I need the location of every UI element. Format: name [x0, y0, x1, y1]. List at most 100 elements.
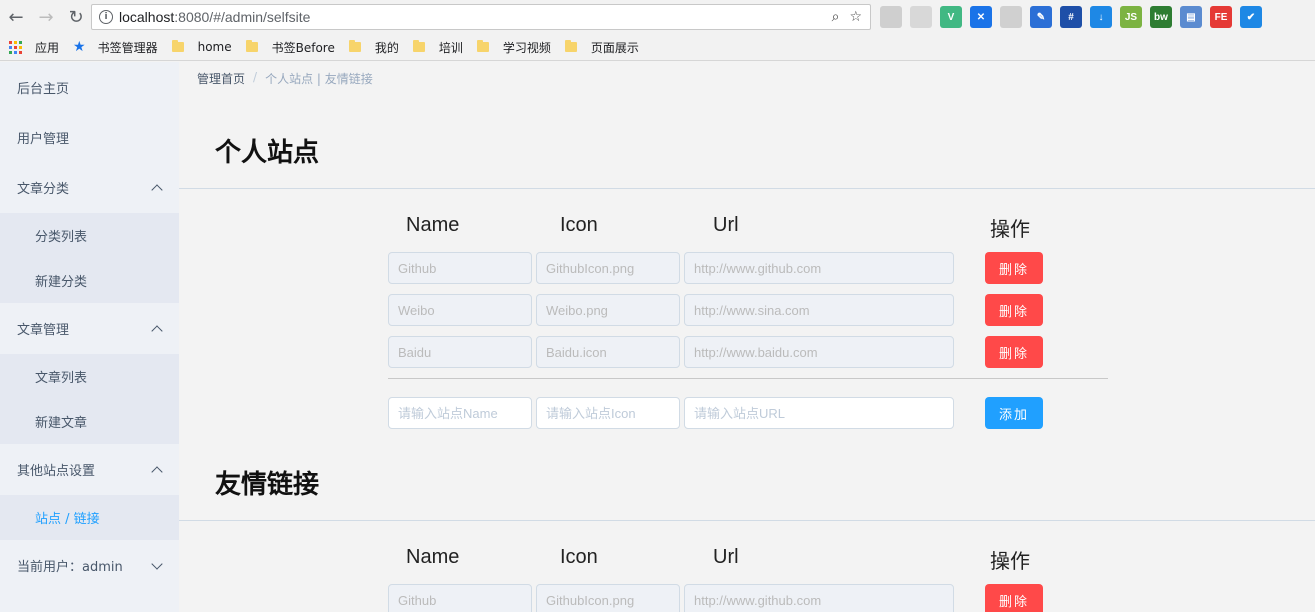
row-name-field[interactable]: Weibo [388, 294, 532, 326]
row-url-field[interactable]: http://www.github.com [684, 584, 954, 612]
row-name-field[interactable]: Github [388, 584, 532, 612]
sidebar-item-article-new[interactable]: 新建文章 [0, 399, 179, 444]
row-url-field[interactable]: http://www.baidu.com [684, 336, 954, 368]
sidebar-item-site-links[interactable]: 站点 / 链接 [0, 495, 179, 540]
sidebar-item-label: 站点 / 链接 [35, 512, 100, 527]
bookmark-label: 培训 [438, 40, 463, 55]
main-content: 管理首页 / 个人站点 | 友情链接 个人站点 Name Icon Url 操作… [179, 62, 1315, 612]
sidebar-item-label: 后台主页 [17, 81, 70, 97]
address-bar[interactable]: i localhost:8080/#/admin/selfsite ⌕ ☆ [91, 4, 871, 30]
folder-icon [564, 40, 577, 52]
bookmark-item[interactable]: 应用 [9, 39, 59, 56]
ext-printer-icon[interactable]: ▤ [1180, 6, 1202, 28]
bookmark-label: 书签管理器 [97, 40, 158, 55]
breadcrumb: 管理首页 / 个人站点 | 友情链接 [197, 70, 373, 87]
pocket-icon[interactable]: ✔ [1240, 6, 1262, 28]
bookmark-item[interactable]: 书签Before [245, 39, 335, 56]
breadcrumb-separator: / [253, 70, 258, 84]
breadcrumb-current: 个人站点 | 友情链接 [265, 72, 373, 86]
download-icon[interactable]: ↓ [1090, 6, 1112, 28]
bw-icon[interactable]: bw [1150, 6, 1172, 28]
delete-button[interactable]: 删除 [985, 252, 1043, 284]
star-icon: ★ [73, 39, 86, 55]
bookmark-item[interactable]: 学习视频 [476, 39, 551, 56]
chevron-down-icon [151, 557, 163, 570]
add-site-button[interactable]: 添加 [985, 397, 1043, 429]
ext-grey-icon[interactable] [880, 6, 902, 28]
sidebar-item-category-list[interactable]: 分类列表 [0, 213, 179, 258]
folder-icon [245, 40, 258, 52]
sidebar-item-label: 文章列表 [35, 371, 88, 386]
row-icon-field[interactable]: Baidu.icon [536, 336, 680, 368]
section-title-sites: 个人站点 [215, 138, 320, 168]
row-icon-field[interactable]: GithubIcon.png [536, 252, 680, 284]
site-icon-input[interactable] [536, 397, 680, 429]
row-icon-field[interactable]: Weibo.png [536, 294, 680, 326]
current-user-label: 当前用户：admin [17, 560, 123, 575]
column-header-action: 操作 [990, 219, 1030, 241]
sidebar: 后台主页 用户管理 文章分类 分类列表 新建分类 文章管理 文章列表 新建文章 … [0, 62, 179, 612]
column-header-url: Url [713, 546, 739, 568]
ext-grey-circle-icon[interactable] [910, 6, 932, 28]
bookmark-item[interactable]: 我的 [348, 39, 399, 56]
column-header-action: 操作 [990, 551, 1030, 573]
sidebar-group-label: 其他站点设置 [17, 464, 96, 479]
row-name-field[interactable]: Baidu [388, 336, 532, 368]
delete-button[interactable]: 删除 [985, 336, 1043, 368]
bookmark-label: 我的 [374, 40, 399, 55]
chevron-up-icon [151, 324, 163, 337]
sidebar-item-article-list[interactable]: 文章列表 [0, 354, 179, 399]
column-header-url: Url [713, 214, 739, 236]
apps-grid-icon [9, 40, 22, 54]
sidebar-group-label: 文章分类 [17, 182, 70, 197]
row-icon-field[interactable]: GithubIcon.png [536, 584, 680, 612]
sidebar-group-current-user[interactable]: 当前用户：admin [0, 540, 179, 591]
sidebar-item-label: 新建文章 [35, 416, 88, 431]
sidebar-item-label: 分类列表 [35, 230, 88, 245]
folder-icon [171, 40, 184, 52]
bookmark-item[interactable]: home [171, 40, 232, 54]
sidebar-item-label: 用户管理 [17, 131, 70, 147]
forward-icon[interactable]: → [32, 3, 60, 31]
sidebar-group-category[interactable]: 文章分类 [0, 162, 179, 213]
ext-blue-icon[interactable]: ✕ [970, 6, 992, 28]
bookmark-item[interactable]: 页面展示 [564, 39, 639, 56]
column-header-name: Name [406, 214, 460, 236]
fe-helper-icon[interactable]: FE [1210, 6, 1232, 28]
ext-grey-leaf-icon[interactable] [1000, 6, 1022, 28]
section-title-links: 友情链接 [215, 470, 320, 500]
grid-ruler-icon[interactable]: # [1060, 6, 1082, 28]
color-picker-icon[interactable]: ✎ [1030, 6, 1052, 28]
chevron-up-icon [151, 465, 163, 478]
sidebar-item-category-new[interactable]: 新建分类 [0, 258, 179, 303]
bookmarks-bar: 应用 ★ 书签管理器 home 书签Before 我的 培训 学习视频 页面展示 [0, 34, 1315, 61]
vue-devtools-icon[interactable]: V [940, 6, 962, 28]
site-name-input[interactable] [388, 397, 532, 429]
bookmark-label: home [197, 40, 232, 54]
site-url-input[interactable] [684, 397, 954, 429]
delete-button[interactable]: 删除 [985, 584, 1043, 612]
bookmark-item[interactable]: 培训 [412, 39, 463, 56]
breadcrumb-home[interactable]: 管理首页 [197, 70, 245, 87]
row-url-field[interactable]: http://www.sina.com [684, 294, 954, 326]
row-name-field[interactable]: Github [388, 252, 532, 284]
sidebar-group-site[interactable]: 其他站点设置 [0, 444, 179, 495]
info-icon[interactable]: i [99, 10, 113, 24]
sidebar-group-article[interactable]: 文章管理 [0, 303, 179, 354]
reload-icon[interactable]: ↻ [62, 3, 90, 31]
bookmark-star-icon[interactable]: ☆ [849, 9, 862, 25]
back-icon[interactable]: ← [2, 3, 30, 31]
extensions-bar: V ✕ ✎ # ↓ JS bw ▤ FE ✔ [880, 6, 1262, 28]
zoom-icon[interactable]: ⌕ [832, 9, 840, 25]
url-host: localhost [119, 9, 175, 25]
bookmark-label: 书签Before [271, 40, 335, 55]
sidebar-item-users[interactable]: 用户管理 [0, 112, 179, 162]
bookmark-item[interactable]: ★ 书签管理器 [73, 39, 158, 56]
column-header-icon: Icon [560, 214, 598, 236]
sidebar-item-home[interactable]: 后台主页 [0, 62, 179, 112]
bookmark-label: 应用 [35, 40, 60, 55]
delete-button[interactable]: 删除 [985, 294, 1043, 326]
section-divider [179, 520, 1315, 521]
nodejs-icon[interactable]: JS [1120, 6, 1142, 28]
row-url-field[interactable]: http://www.github.com [684, 252, 954, 284]
